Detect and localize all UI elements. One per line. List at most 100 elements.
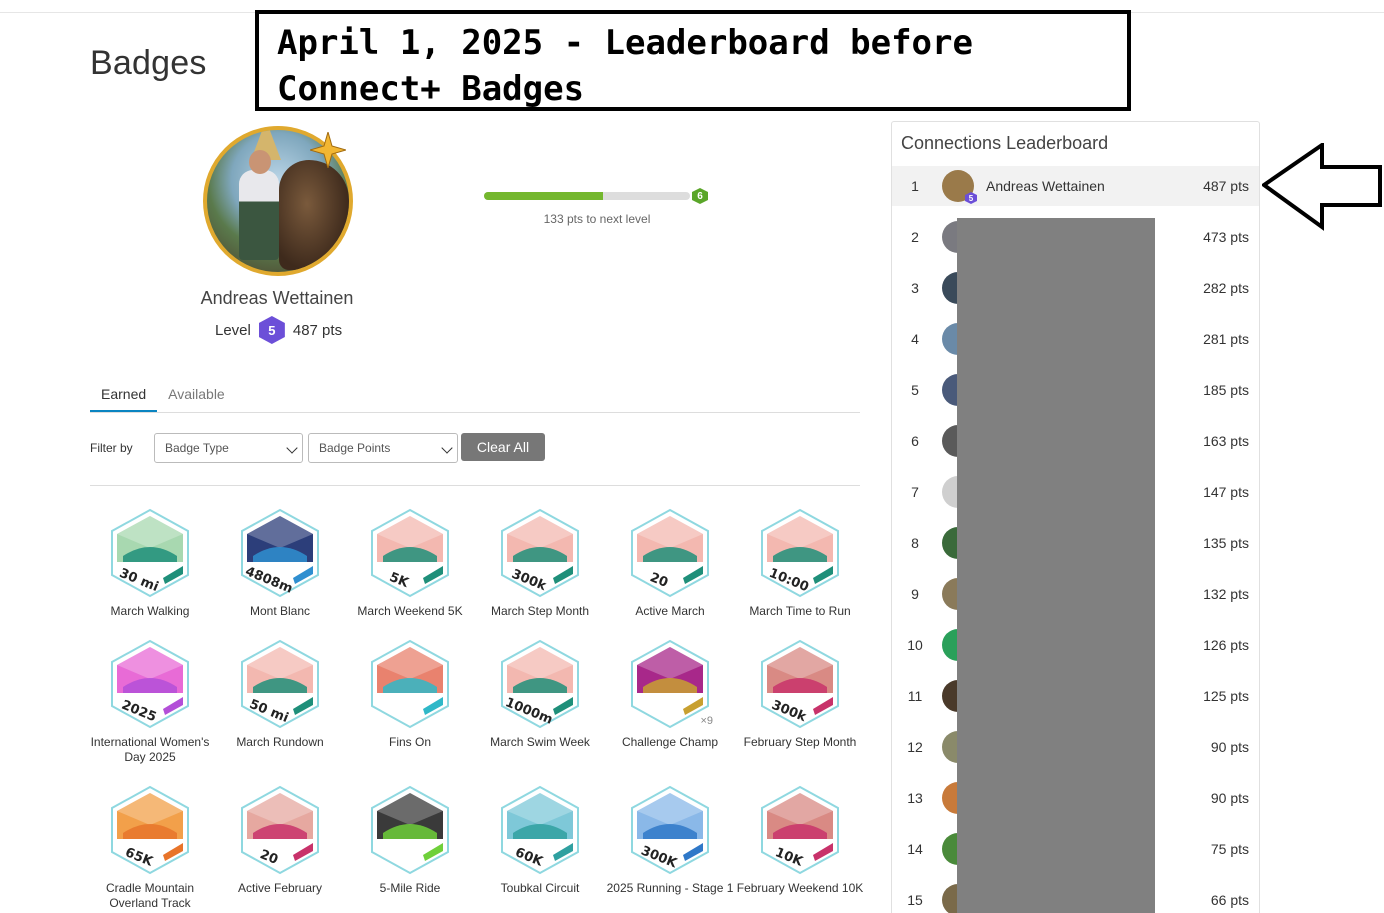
badge-item[interactable]: 20 Active February — [215, 785, 345, 896]
leaderboard-rank: 9 — [911, 586, 919, 602]
badge-label: March Rundown — [236, 735, 324, 749]
shoe-icon: 10:00 — [761, 508, 839, 598]
wing-shoe-icon: 300k — [761, 639, 839, 729]
leaderboard-rank: 13 — [907, 790, 923, 806]
leaderboard-title: Connections Leaderboard — [901, 133, 1109, 153]
leaderboard-name: Andreas Wettainen — [986, 178, 1105, 194]
badge-item[interactable]: 10:00 March Time to Run — [735, 508, 865, 619]
leaderboard-rank: 4 — [911, 331, 919, 347]
badge-item[interactable]: 20 Active March — [605, 508, 735, 619]
badge-item[interactable]: 30 mi March Walking — [85, 508, 215, 619]
profile-name: Andreas Wettainen — [200, 288, 354, 308]
badge-label: March Weekend 5K — [357, 604, 463, 618]
heart-icon: 2025 — [111, 639, 189, 729]
badge-label: 5-Mile Ride — [379, 881, 441, 895]
level-badge: 5 — [258, 316, 285, 344]
swimmer-icon: 1000m — [501, 639, 579, 729]
badge-item[interactable]: 10K February Weekend 10K — [735, 785, 865, 896]
badge-item[interactable]: 1000m March Swim Week — [475, 639, 605, 750]
profile-points: 487 pts — [292, 321, 343, 339]
mountain-icon: 4808m — [241, 508, 319, 598]
badge-type-value: Badge Type — [165, 441, 229, 455]
sparkle-icon — [310, 132, 346, 168]
badge-item[interactable]: 65K Cradle Mountain Overland Track — [85, 785, 215, 911]
badge-item[interactable]: 4808m Mont Blanc — [215, 508, 345, 619]
leaderboard-points: 126 pts — [1203, 637, 1249, 653]
tab-available[interactable]: Available — [157, 384, 236, 412]
leaderboard-rank: 12 — [907, 739, 923, 755]
leaderboard-points: 132 pts — [1203, 586, 1249, 602]
stopwatch-icon: 20 — [241, 785, 319, 875]
redaction-block — [957, 218, 1155, 913]
tab-earned[interactable]: Earned — [90, 384, 158, 412]
leaderboard-rank: 11 — [907, 688, 923, 704]
leaderboard-points: 125 pts — [1203, 688, 1249, 704]
badge-label: February Step Month — [743, 735, 857, 749]
leaderboard-rank: 10 — [907, 637, 923, 653]
podium-icon — [631, 639, 709, 729]
badge-label: Active March — [635, 604, 705, 618]
clear-all-button[interactable]: Clear All — [461, 433, 545, 461]
badge-item[interactable]: 300k February Step Month — [735, 639, 865, 750]
leaderboard-points: 135 pts — [1203, 535, 1249, 551]
badge-item[interactable]: 60K Toubkal Circuit — [475, 785, 605, 896]
badge-label: March Walking — [110, 604, 190, 618]
wing-shoe-icon: 300k — [501, 508, 579, 598]
leaderboard-points: 90 pts — [1210, 739, 1249, 755]
shoe-icon: 10K — [761, 785, 839, 875]
leaderboard-rank: 5 — [911, 382, 919, 398]
badge-label: March Step Month — [490, 604, 590, 618]
badge-points-select[interactable]: Badge Points — [308, 433, 458, 463]
annotation-line-1: April 1, 2025 - Leaderboard before — [277, 23, 973, 63]
wing-shoe-icon: 300K — [631, 785, 709, 875]
badge-label: Fins On — [388, 735, 431, 749]
wing-shoe-icon: 50 mi — [241, 639, 319, 729]
leaderboard-rank: 2 — [911, 229, 919, 245]
badge-label: International Women's Day 2025 — [90, 735, 210, 764]
badge-type-select[interactable]: Badge Type — [154, 433, 303, 463]
next-level-badge: 6 — [692, 188, 708, 204]
badge-label: March Swim Week — [490, 735, 590, 749]
leaderboard-points: 473 pts — [1203, 229, 1249, 245]
leaderboard-points: 75 pts — [1210, 841, 1249, 857]
badge-label: Active February — [237, 881, 323, 895]
leaderboard-rank: 8 — [911, 535, 919, 551]
leaderboard-points: 163 pts — [1203, 433, 1249, 449]
stopwatch-icon: 20 — [631, 508, 709, 598]
annotation-line-2: Connect+ Badges — [277, 69, 585, 109]
leaderboard-rank: 15 — [907, 892, 923, 908]
walking-path-icon: 30 mi — [111, 508, 189, 598]
filter-label: Filter by — [90, 441, 133, 455]
leaderboard-points: 185 pts — [1203, 382, 1249, 398]
leaderboard-points: 66 pts — [1210, 892, 1249, 908]
level-progress-bar — [484, 192, 690, 200]
badge-item[interactable]: 5-Mile Ride — [345, 785, 475, 896]
badge-label: Toubkal Circuit — [500, 881, 580, 895]
chevron-down-icon — [441, 442, 453, 454]
page-title: Badges — [90, 44, 207, 82]
badge-item[interactable]: 50 mi March Rundown — [215, 639, 345, 750]
badge-label: March Time to Run — [749, 604, 851, 618]
badge-label: Mont Blanc — [249, 604, 311, 618]
badge-multiplier: ×9 — [700, 715, 713, 727]
arrow-icon — [1262, 143, 1382, 231]
chevron-down-icon — [286, 442, 298, 454]
leaderboard-points: 90 pts — [1210, 790, 1249, 806]
leaderboard-row[interactable]: 1 5 Andreas Wettainen 487 pts — [892, 166, 1259, 206]
mountain-icon: 65K — [111, 785, 189, 875]
leaderboard-rank: 3 — [911, 280, 919, 296]
badge-item[interactable]: 5K March Weekend 5K — [345, 508, 475, 619]
leaderboard-points: 282 pts — [1203, 280, 1249, 296]
badge-item[interactable]: Fins On — [345, 639, 475, 750]
badge-item[interactable]: 300K 2025 Running - Stage 1 — [605, 785, 735, 896]
level-row: Level 5 487 pts — [215, 316, 342, 344]
leaderboard-points: 147 pts — [1203, 484, 1249, 500]
badge-item[interactable]: Challenge Champ ×9 — [605, 639, 735, 750]
badge-item[interactable]: 300k March Step Month — [475, 508, 605, 619]
badge-points-value: Badge Points — [319, 441, 391, 455]
leaderboard-rank: 7 — [911, 484, 919, 500]
badge-item[interactable]: 2025 International Women's Day 2025 — [85, 639, 215, 765]
leaderboard-rank: 6 — [911, 433, 919, 449]
leaderboard-points: 487 pts — [1203, 178, 1249, 194]
shoe-icon: 5K — [371, 508, 449, 598]
